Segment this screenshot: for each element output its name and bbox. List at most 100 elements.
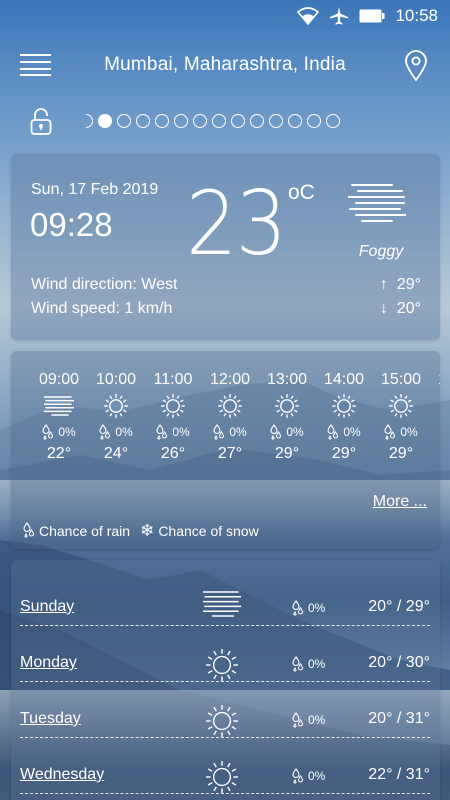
day-name[interactable]: Wednesday xyxy=(20,766,104,784)
page-dot[interactable] xyxy=(212,114,226,128)
page-indicator-row xyxy=(0,108,450,138)
high-temperature: ↑ 29° xyxy=(379,276,421,293)
hour-time: 10:00 xyxy=(95,371,137,388)
snowflake-icon: ❄ xyxy=(140,521,155,540)
location-pin-icon[interactable] xyxy=(404,50,428,82)
current-temperature: 23 xyxy=(186,172,287,275)
hour-rain-chance: 0% xyxy=(86,421,146,443)
daily-row[interactable]: Tuesday 0% 20° / 31° xyxy=(20,682,430,738)
hour-time: 09:00 xyxy=(38,371,80,388)
sun-icon xyxy=(206,649,238,681)
rain-icon xyxy=(292,600,304,616)
sun-icon xyxy=(206,761,238,793)
forecast-legend: Chance of rain ❄ Chance of snow xyxy=(23,521,259,541)
page-dot[interactable] xyxy=(98,114,112,128)
temperature-unit: oC xyxy=(288,181,315,204)
day-name[interactable]: Sunday xyxy=(20,598,74,616)
more-link[interactable]: More ... xyxy=(373,493,427,511)
day-temperature-range: 20° / 31° xyxy=(368,710,430,727)
hour-time: 12:00 xyxy=(209,371,251,388)
hour-temperature: 29° xyxy=(331,445,357,462)
sun-icon xyxy=(206,705,238,737)
page-dot[interactable] xyxy=(117,114,131,128)
rain-icon xyxy=(42,424,54,440)
hour-rain-chance: 0% xyxy=(257,421,317,443)
page-dots[interactable] xyxy=(86,114,340,128)
page-dot[interactable] xyxy=(231,114,245,128)
daily-row[interactable]: Monday 0% 20° / 30° xyxy=(20,626,430,682)
wifi-icon xyxy=(297,7,320,25)
hour-temperature: 29° xyxy=(388,445,414,462)
day-name[interactable]: Monday xyxy=(20,654,77,672)
rain-icon xyxy=(99,424,111,440)
hourly-item[interactable]: 16:00 0%29° xyxy=(428,369,440,465)
daily-row[interactable]: Wednesday 0% 22° / 31° xyxy=(20,738,430,794)
daily-forecast-card: Sunday 0% 20° / 29° Monday 0% 20° / 30° Tuesda… xyxy=(11,560,440,800)
hourly-item[interactable]: 13:00 0% 29° xyxy=(257,369,317,465)
rain-icon xyxy=(213,424,225,440)
day-temperature-range: 20° / 30° xyxy=(368,654,430,671)
wind-direction: Wind direction: West xyxy=(31,276,178,293)
hourly-item[interactable]: 10:00 0% 24° xyxy=(86,369,146,465)
rain-icon xyxy=(384,424,396,440)
page-dot[interactable] xyxy=(288,114,302,128)
day-rain-chance: 0% xyxy=(292,768,325,784)
fog-icon xyxy=(44,396,74,416)
hour-time: 15:00 xyxy=(380,371,422,388)
page-dot[interactable] xyxy=(136,114,150,128)
sun-icon xyxy=(104,394,128,418)
rain-icon xyxy=(270,424,282,440)
arrow-down-icon: ↓ xyxy=(379,300,397,317)
hour-temperature: 26° xyxy=(160,445,186,462)
hourly-item[interactable]: 14:00 0% 29° xyxy=(314,369,374,465)
unlock-icon[interactable] xyxy=(30,108,52,136)
hour-rain-chance: 0% xyxy=(371,421,431,443)
current-date: Sun, 17 Feb 2019 xyxy=(31,181,159,198)
daily-row[interactable]: Sunday 0% 20° / 29° xyxy=(20,570,430,626)
hour-temperature: 29° xyxy=(428,443,440,465)
hour-rain-chance: 0% xyxy=(143,421,203,443)
hour-time: 16:00 xyxy=(428,369,440,391)
top-bar: Mumbai, Maharashtra, India xyxy=(0,44,450,88)
page-dot[interactable] xyxy=(174,114,188,128)
day-name[interactable]: Tuesday xyxy=(20,710,81,728)
weather-condition: Foggy xyxy=(358,243,404,260)
city-name[interactable]: Mumbai, Maharashtra, India xyxy=(0,54,450,76)
status-time: 10:58 xyxy=(395,6,438,25)
hour-rain-chance: 0% xyxy=(314,421,374,443)
current-weather-card: Sun, 17 Feb 2019 09:28 23 oC Foggy Wind … xyxy=(11,154,440,340)
rain-icon xyxy=(23,521,35,538)
rain-icon xyxy=(292,656,304,672)
page-dot[interactable] xyxy=(326,114,340,128)
hourly-item[interactable]: 11:00 0% 26° xyxy=(143,369,203,465)
hourly-item[interactable]: 09:00 0% 22° xyxy=(29,369,89,465)
hourly-item[interactable]: 12:00 0% 27° xyxy=(200,369,260,465)
hourly-item[interactable]: 15:00 0% 29° xyxy=(371,369,431,465)
sun-icon xyxy=(161,394,185,418)
hour-time: 13:00 xyxy=(266,371,308,388)
day-temperature-range: 20° / 29° xyxy=(368,598,430,615)
rain-icon xyxy=(156,424,168,440)
page-dot[interactable] xyxy=(155,114,169,128)
arrow-up-icon: ↑ xyxy=(379,276,397,293)
hour-time: 11:00 xyxy=(153,371,193,388)
fog-icon xyxy=(348,184,406,222)
fog-icon xyxy=(202,591,242,617)
page-dot[interactable] xyxy=(250,114,264,128)
page-dot[interactable] xyxy=(307,114,321,128)
current-time: 09:28 xyxy=(30,206,113,243)
sun-icon xyxy=(218,394,242,418)
legend-snow-label: Chance of snow xyxy=(158,523,259,539)
hour-temperature: 24° xyxy=(103,445,129,462)
page-dot[interactable] xyxy=(86,114,93,128)
hourly-forecast-card[interactable]: 09:00 0% 22° 10:00 0% 24° 11:00 0% 26° 12:00 0% 27°… xyxy=(11,351,440,549)
sun-icon xyxy=(332,394,356,418)
day-rain-chance: 0% xyxy=(292,600,325,616)
legend-rain-label: Chance of rain xyxy=(39,523,131,539)
rain-icon xyxy=(327,424,339,440)
sun-icon xyxy=(389,394,413,418)
page-dot[interactable] xyxy=(269,114,283,128)
page-dot[interactable] xyxy=(193,114,207,128)
rain-icon xyxy=(23,521,35,541)
hourly-list[interactable]: 09:00 0% 22° 10:00 0% 24° 11:00 0% 26° 12:00 0% 27°… xyxy=(11,369,440,479)
